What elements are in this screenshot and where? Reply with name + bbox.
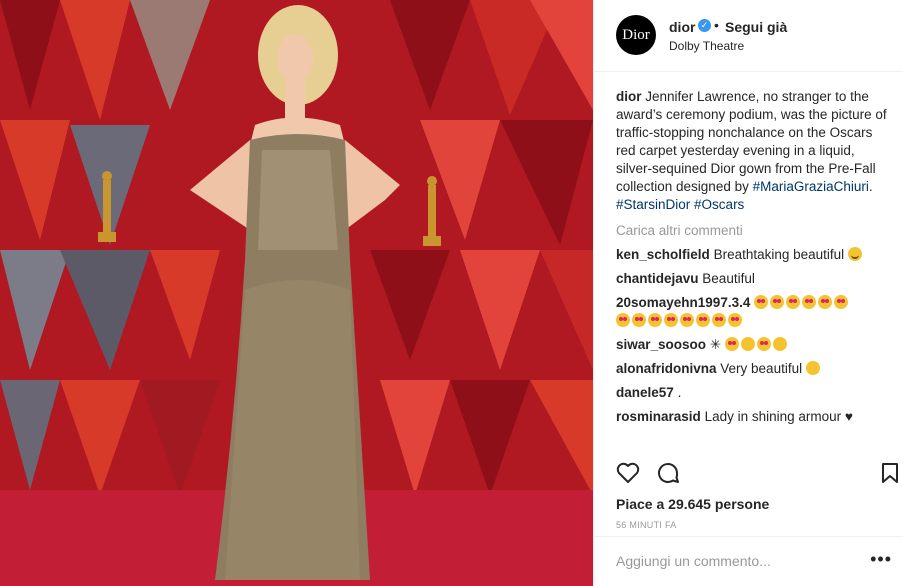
- load-more-comments-button[interactable]: Carica altri commenti: [616, 222, 888, 240]
- comments-section: dior Jennifer Lawrence, no stranger to t…: [616, 88, 888, 432]
- comment-text: Very beautiful: [720, 361, 803, 376]
- comment-username[interactable]: ken_scholfield: [616, 247, 710, 262]
- heart-eyes-emoji: [770, 295, 785, 309]
- comment-text: Breathtaking beautiful: [713, 247, 845, 262]
- post-header: Dior dior ✓ • Segui già Dolby Theatre: [594, 0, 903, 72]
- comment-text: Beautiful: [702, 271, 755, 286]
- heart-eyes-emoji: [818, 295, 833, 309]
- comment-row: alonafridonivna Very beautiful: [616, 360, 888, 378]
- thumbs-up-emoji: [805, 361, 820, 375]
- heart-eyes-emoji: [802, 295, 817, 309]
- bookmark-icon[interactable]: [881, 462, 899, 489]
- heart-eyes-emoji: [648, 313, 662, 327]
- more-options-icon[interactable]: •••: [870, 549, 892, 570]
- comment-username[interactable]: danele57: [616, 385, 674, 400]
- post-photo[interactable]: [0, 0, 593, 586]
- likes-count[interactable]: Piace a 29.645 persone: [616, 496, 769, 512]
- comment-username[interactable]: 20somayehn1997.3.4: [616, 295, 750, 310]
- heart-eyes-emoji: [724, 337, 739, 351]
- smile-emoji: [847, 247, 862, 261]
- comment-username[interactable]: chantidejavu: [616, 271, 699, 286]
- post-side-panel: Dior dior ✓ • Segui già Dolby Theatre di…: [593, 0, 903, 586]
- heart-eyes-emoji: [712, 313, 726, 327]
- clap-emoji: [740, 337, 755, 351]
- comment-row: danele57 .: [616, 384, 888, 402]
- location-link[interactable]: Dolby Theatre: [669, 39, 744, 53]
- hashtag-link[interactable]: #Oscars: [694, 197, 744, 212]
- comment-row: siwar_soosoo ✳: [616, 336, 888, 354]
- comment-username[interactable]: siwar_soosoo: [616, 337, 706, 352]
- caption-username[interactable]: dior: [616, 89, 642, 104]
- heart-eyes-emoji: [696, 313, 710, 327]
- verified-badge-icon: ✓: [698, 19, 711, 32]
- avatar[interactable]: Dior: [616, 15, 656, 55]
- comment-icon[interactable]: [656, 461, 680, 490]
- heart-eyes-emoji: [664, 313, 678, 327]
- follow-button[interactable]: Segui già: [725, 19, 787, 35]
- add-comment-bar: •••: [594, 536, 903, 586]
- header-separator: •: [714, 17, 719, 33]
- comment-row: rosminarasid Lady in shining armour ♥: [616, 408, 888, 426]
- comment-username[interactable]: rosminarasid: [616, 409, 701, 424]
- comment-row: chantidejavu Beautiful: [616, 270, 888, 288]
- author-username[interactable]: dior: [669, 19, 695, 35]
- pray-emoji: [772, 337, 787, 351]
- heart-icon[interactable]: [616, 462, 640, 489]
- caption: dior Jennifer Lawrence, no stranger to t…: [616, 88, 888, 214]
- comment-row: ken_scholfield Breathtaking beautiful: [616, 246, 888, 264]
- heart-eyes-emoji: [834, 295, 849, 309]
- heart-eyes-emoji: [680, 313, 694, 327]
- heart-eyes-emoji: [728, 313, 742, 327]
- post-timestamp: 56 MINUTI FA: [616, 520, 677, 530]
- comment-text: ✳: [709, 337, 722, 352]
- caption-period: .: [868, 179, 873, 194]
- red-carpet-photo: [0, 0, 593, 586]
- heart-eyes-emoji: [754, 295, 769, 309]
- heart-eyes-emoji: [786, 295, 801, 309]
- comment-username[interactable]: alonafridonivna: [616, 361, 717, 376]
- heart-eyes-emoji: [616, 313, 630, 327]
- comment-row: 20somayehn1997.3.4: [616, 294, 888, 330]
- black-heart-emoji: ♥: [844, 409, 853, 424]
- hashtag-link[interactable]: #StarsinDior: [616, 197, 690, 212]
- comment-text: .: [677, 385, 682, 400]
- heart-eyes-emoji: [756, 337, 771, 351]
- add-comment-input[interactable]: [616, 553, 866, 569]
- hashtag-link[interactable]: #MariaGraziaChiuri: [753, 179, 869, 194]
- comment-text: Lady in shining armour: [704, 409, 842, 424]
- heart-eyes-emoji: [632, 313, 646, 327]
- action-bar: [594, 450, 903, 490]
